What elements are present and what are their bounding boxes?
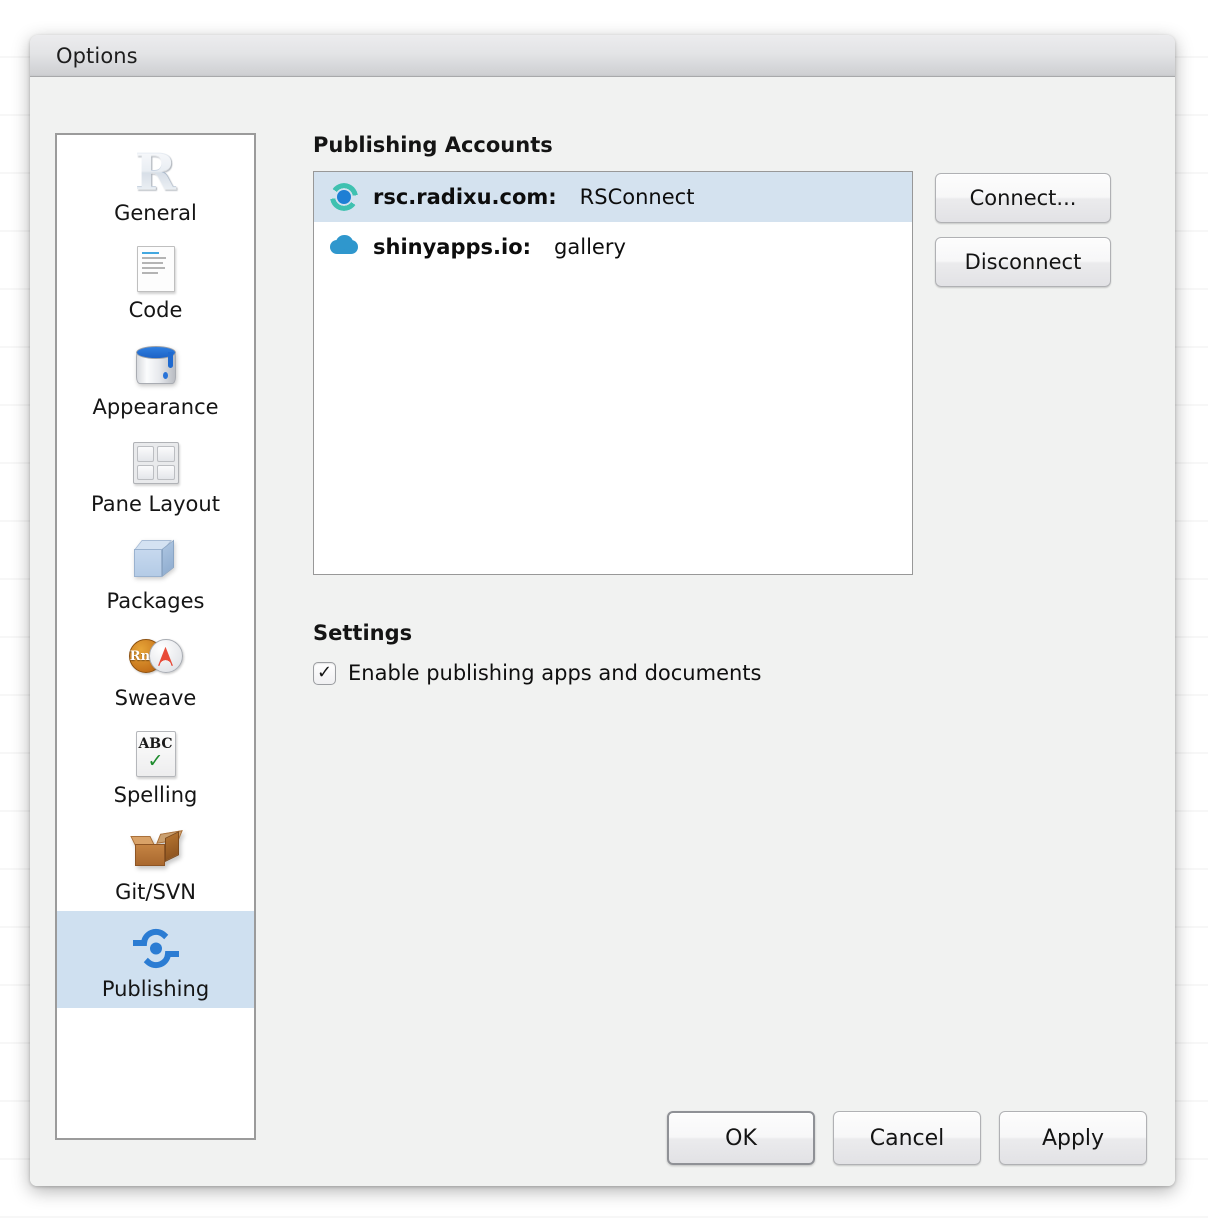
dialog-title: Options [56,43,138,68]
package-box-icon [128,532,184,588]
cancel-button[interactable]: Cancel [833,1111,981,1165]
sidebar-item-publishing[interactable]: Publishing [57,911,254,1009]
rsconnect-glyph [132,929,179,969]
sidebar-item-label: Publishing [101,977,210,1002]
shinyapps-cloud-icon [330,233,358,261]
publishing-accounts-heading: Publishing Accounts [313,133,553,157]
account-actions: Connect... Disconnect [935,171,1111,287]
dialog-footer: OK Cancel Apply [30,1090,1175,1186]
paint-can-icon [128,338,184,394]
abc-check-icon: ABC ✓ [128,726,184,782]
ok-button[interactable]: OK [667,1111,815,1165]
sidebar-item-label: Code [128,298,183,323]
sidebar-item-spelling[interactable]: ABC ✓ Spelling [57,717,254,814]
sidebar-item-code[interactable]: Code [57,232,254,329]
sidebar-item-general[interactable]: R General [57,135,254,232]
account-host: rsc.radixu.com: [373,185,557,209]
enable-publishing-checkbox[interactable]: ✓ [313,661,336,685]
sidebar-item-packages[interactable]: Packages [57,523,254,620]
pane-grid-icon [128,435,184,491]
disconnect-button[interactable]: Disconnect [935,237,1111,287]
publishing-accounts-list[interactable]: rsc.radixu.com: RSConnect shinyapps.io: … [313,171,913,575]
sidebar-item-label: Pane Layout [91,492,220,517]
sidebar-item-git-svn[interactable]: Git/SVN [57,814,254,911]
dialog-titlebar: Options [30,35,1175,77]
account-name: RSConnect [579,185,695,209]
dialog-body: R General Code Appearance Pane Layout Pa… [30,78,1175,1186]
account-name: gallery [554,235,626,259]
open-box-icon [128,823,184,879]
account-list-item[interactable]: rsc.radixu.com: RSConnect [314,172,912,222]
rnw-pdf-icon: Rnw [128,629,184,685]
r-logo-icon: R [134,142,177,201]
sidebar-item-label: Packages [106,589,205,614]
apply-button[interactable]: Apply [999,1111,1147,1165]
account-host: shinyapps.io: [373,235,532,259]
document-icon [128,241,184,297]
rsconnect-icon [128,920,184,976]
sidebar-item-appearance[interactable]: Appearance [57,329,254,426]
accounts-row: rsc.radixu.com: RSConnect shinyapps.io: … [313,171,1147,575]
account-list-item[interactable]: shinyapps.io: gallery [314,222,912,272]
category-sidebar[interactable]: R General Code Appearance Pane Layout Pa… [55,133,256,1140]
sidebar-item-label: General [114,201,197,225]
sidebar-item-label: Appearance [92,395,219,420]
connect-button[interactable]: Connect... [935,173,1111,223]
options-dialog: Options R General Code Appearance Pane L… [30,35,1175,1186]
enable-publishing-label: Enable publishing apps and documents [348,661,762,685]
settings-heading: Settings [313,621,413,645]
rsconnect-target-icon [330,183,358,211]
enable-publishing-row[interactable]: ✓ Enable publishing apps and documents [313,661,1147,685]
sidebar-item-label: Git/SVN [115,880,196,905]
sidebar-item-sweave[interactable]: Rnw Sweave [57,620,254,717]
publishing-pane: Publishing Accounts rsc.radixu.com: RSCo… [283,133,1147,1076]
sidebar-item-pane-layout[interactable]: Pane Layout [57,426,254,523]
sidebar-item-label: Sweave [114,686,197,711]
sidebar-item-label: Spelling [113,783,198,808]
